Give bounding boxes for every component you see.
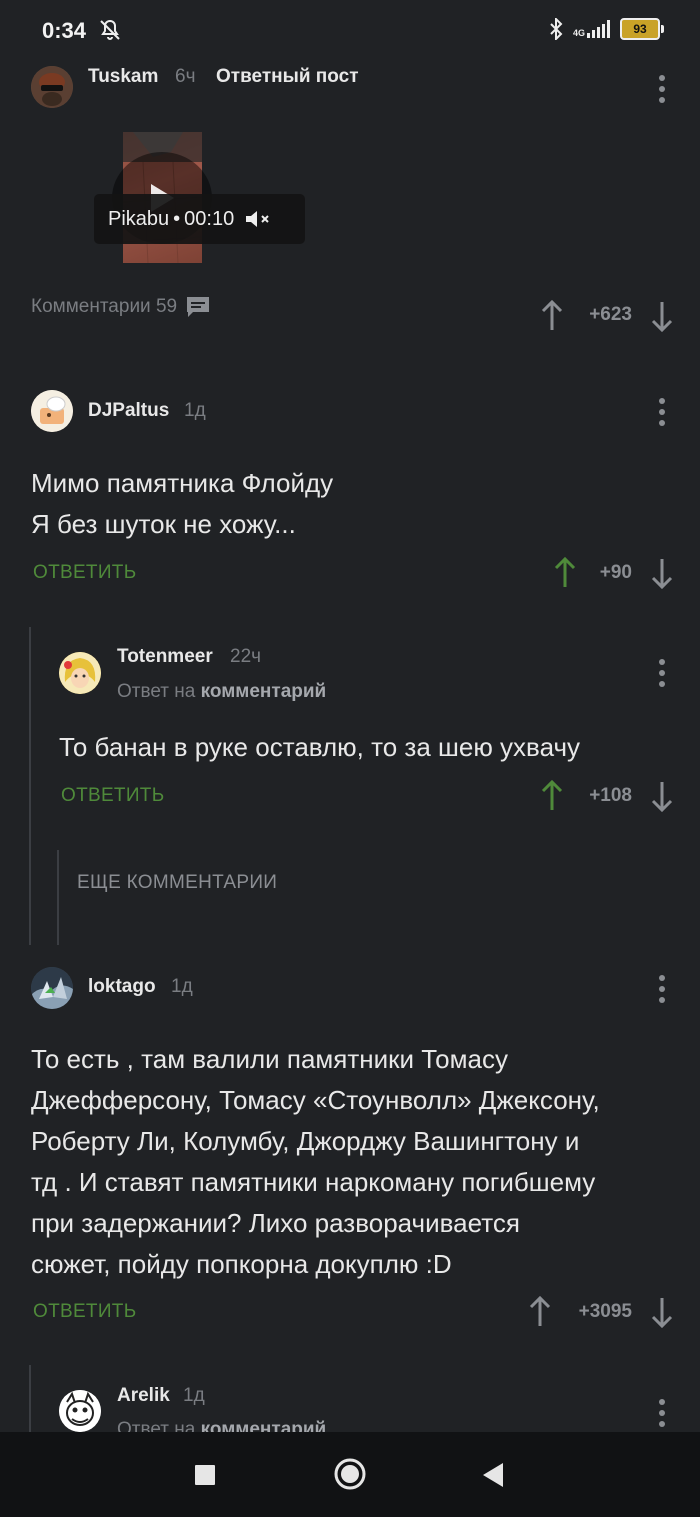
comment-text-line: сюжет, пойду попкорна докуплю :D (31, 1249, 452, 1279)
comment-time: 1д (184, 400, 206, 421)
upvote-icon[interactable] (528, 1296, 552, 1328)
comment-text: То банан в руке оставлю, то за шею ухвач… (59, 732, 581, 762)
comment-text: Мимо памятника Флойду Я без шуток не хож… (31, 463, 333, 545)
mute-icon[interactable] (244, 208, 274, 230)
reply-button[interactable]: ОТВЕТИТЬ (33, 1301, 136, 1323)
comment-icon (187, 297, 210, 317)
network-type: 4G (572, 28, 585, 38)
post-author[interactable]: Tuskam (88, 66, 158, 88)
comments-link[interactable]: Комментарии 59 (31, 295, 211, 319)
comment-text: То есть , там валили памятники Томасу Дж… (31, 1039, 600, 1285)
reply-to-prefix: Ответ на (117, 1419, 196, 1432)
status-time: 0:34 (42, 18, 87, 43)
comment-author[interactable]: Arelik (117, 1385, 170, 1407)
reply-to-target[interactable]: комментарий (201, 681, 327, 702)
reply-button[interactable]: ОТВЕТИТЬ (33, 562, 136, 584)
comment-score: +108 (589, 785, 632, 806)
comment-score: +3095 (578, 1301, 632, 1322)
upvote-icon[interactable] (540, 780, 564, 812)
reply-to-target[interactable]: комментарий (201, 1419, 327, 1432)
downvote-icon[interactable] (650, 1296, 674, 1328)
comments-count: Комментарии 59 (31, 296, 178, 317)
upvote-icon[interactable] (540, 300, 564, 332)
post-score: +623 (589, 304, 632, 325)
video-separator: • (173, 207, 181, 230)
comment-text-line: Мимо памятника Флойду (31, 468, 334, 498)
comment-text-line: Роберту Ли, Колумбу, Джорджу Вашингтону … (31, 1126, 580, 1156)
comment-score: +90 (599, 562, 632, 583)
bluetooth-icon (550, 18, 563, 40)
reply-to-label[interactable]: Ответ на комментарий (117, 1419, 326, 1432)
comment-time: 1д (171, 976, 193, 997)
comment-text-line: То есть , там валили памятники Томасу (31, 1044, 508, 1074)
reply-to-prefix: Ответ на (117, 681, 196, 702)
more-comments-button[interactable]: ЕЩЕ КОММЕНТАРИИ (77, 872, 277, 894)
system-navigation-bar (0, 1432, 700, 1517)
comment-author[interactable]: loktago (88, 976, 156, 998)
comment-text-line: Джефферсону, Томасу «Стоунволл» Джексону… (31, 1085, 600, 1115)
more-options-icon[interactable] (659, 975, 665, 1003)
comment-time: 1д (183, 1385, 205, 1406)
thread-line (29, 627, 31, 945)
downvote-icon[interactable] (650, 300, 674, 332)
comment-text-line: Я без шуток не хожу... (31, 509, 296, 539)
back-icon[interactable] (481, 1462, 505, 1488)
video-source: Pikabu (108, 207, 170, 230)
downvote-icon[interactable] (650, 557, 674, 589)
reply-button[interactable]: ОТВЕТИТЬ (61, 785, 164, 807)
comment-author[interactable]: DJPaltus (88, 400, 169, 422)
avatar[interactable] (59, 1390, 101, 1432)
downvote-icon[interactable] (650, 780, 674, 812)
comment-time: 22ч (230, 646, 262, 667)
muted-bell-icon (100, 19, 120, 40)
reply-to-label[interactable]: Ответ на комментарий (117, 681, 326, 703)
post-badge[interactable]: Ответный пост (216, 66, 359, 88)
more-options-icon[interactable] (659, 398, 665, 426)
battery-icon: 93 (620, 18, 664, 40)
home-icon[interactable] (333, 1457, 367, 1491)
comment-text-line: тд . И ставят памятники наркоману погибш… (31, 1167, 596, 1197)
network-indicator: 4G (573, 20, 610, 38)
comment-text-line: при задержании? Лихо разворачивается (31, 1208, 520, 1238)
recent-apps-icon[interactable] (194, 1464, 216, 1486)
status-icons: 4G 93 (549, 18, 664, 40)
thread-line (57, 850, 59, 945)
avatar[interactable] (31, 390, 73, 432)
post-time: 6ч (175, 66, 196, 87)
avatar[interactable] (59, 652, 101, 694)
more-options-icon[interactable] (659, 659, 665, 687)
comment-author[interactable]: Totenmeer (117, 646, 213, 668)
upvote-icon[interactable] (553, 557, 577, 589)
signal-icon (587, 20, 610, 38)
more-options-icon[interactable] (659, 1399, 665, 1427)
avatar[interactable] (31, 66, 73, 108)
avatar[interactable] (31, 967, 73, 1009)
video-duration: 00:10 (184, 207, 235, 230)
thread-line (29, 1365, 31, 1432)
more-options-icon[interactable] (659, 75, 665, 103)
video-info-bar[interactable]: Pikabu • 00:10 (94, 194, 305, 244)
